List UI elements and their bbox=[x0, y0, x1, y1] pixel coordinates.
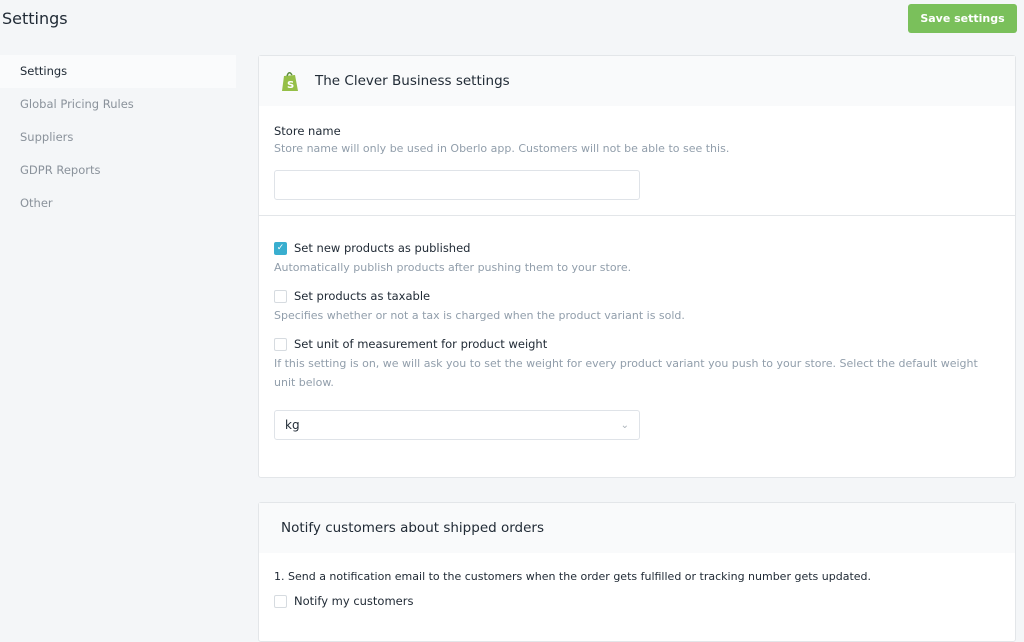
sidebar-item-gdpr-reports[interactable]: GDPR Reports bbox=[0, 154, 236, 187]
weight-unit-help: If this setting is on, we will ask you t… bbox=[274, 357, 978, 389]
weight-unit-select[interactable]: kg ⌄ bbox=[274, 410, 640, 440]
chevron-down-icon: ⌄ bbox=[620, 419, 629, 431]
sidebar-item-settings[interactable]: Settings bbox=[0, 55, 236, 88]
published-help: Automatically publish products after pus… bbox=[274, 261, 632, 274]
notify-customers-checkbox[interactable] bbox=[274, 594, 287, 608]
store-name-input[interactable] bbox=[274, 170, 640, 200]
notify-card: Notify customers about shipped orders 1.… bbox=[258, 502, 1016, 642]
sidebar-item-other[interactable]: Other bbox=[0, 187, 236, 220]
store-name-label: Store name bbox=[274, 124, 341, 138]
weight-unit-label: Set unit of measurement for product weig… bbox=[294, 337, 548, 351]
weight-unit-checkbox[interactable] bbox=[274, 337, 287, 351]
notify-step-1: 1. Send a notification email to the cust… bbox=[274, 570, 871, 583]
notify-card-title: Notify customers about shipped orders bbox=[281, 520, 545, 536]
published-checkbox[interactable]: ✓ bbox=[274, 241, 287, 255]
taxable-label: Set products as taxable bbox=[294, 289, 431, 303]
svg-text:S: S bbox=[287, 80, 294, 91]
card-title: The Clever Business settings bbox=[315, 73, 510, 89]
taxable-help: Specifies whether or not a tax is charge… bbox=[274, 309, 685, 322]
store-settings-card: S The Clever Business settings Store nam… bbox=[258, 55, 1016, 478]
card-header: S The Clever Business settings bbox=[259, 56, 1015, 106]
sidebar-item-global-pricing-rules[interactable]: Global Pricing Rules bbox=[0, 88, 236, 121]
taxable-checkbox[interactable] bbox=[274, 289, 287, 303]
page-title: Settings bbox=[2, 9, 68, 28]
sidebar: Settings Global Pricing Rules Suppliers … bbox=[0, 55, 236, 220]
published-label: Set new products as published bbox=[294, 241, 471, 255]
store-name-help: Store name will only be used in Oberlo a… bbox=[274, 142, 730, 155]
save-settings-button[interactable]: Save settings bbox=[908, 4, 1017, 33]
weight-unit-value: kg bbox=[285, 418, 300, 432]
shopify-logo-icon: S bbox=[282, 72, 298, 91]
sidebar-item-suppliers[interactable]: Suppliers bbox=[0, 121, 236, 154]
notify-customers-label: Notify my customers bbox=[294, 594, 414, 608]
notify-card-header: Notify customers about shipped orders bbox=[259, 503, 1015, 553]
